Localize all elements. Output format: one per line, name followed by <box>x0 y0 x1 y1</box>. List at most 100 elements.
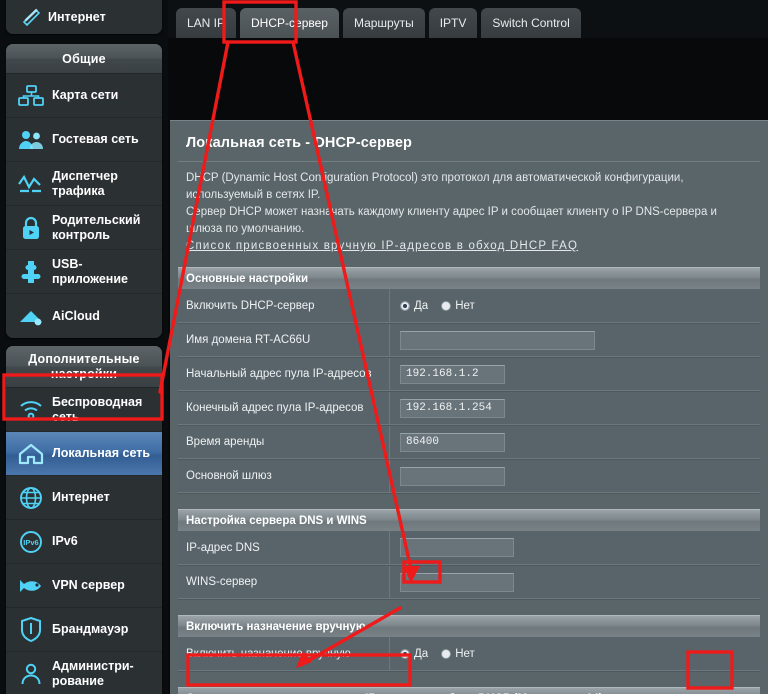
row-value: Да Нет <box>390 300 760 312</box>
radio-icon <box>400 648 410 659</box>
sidebar-item-label: Карта сети <box>52 88 119 102</box>
radio-enable-dhcp-no[interactable]: Нет <box>441 300 475 312</box>
tab-switch-control[interactable]: Switch Control <box>481 8 581 38</box>
section-header-manual: Включить назначение вручную <box>178 615 760 637</box>
sidebar-item-label: VPN сервер <box>52 578 125 592</box>
row-pool-start: Начальный адрес пула IP-адресов 192.168.… <box>178 357 760 391</box>
traffic-manager-icon <box>14 168 48 200</box>
section-header-list: Список присвоенных вручную IP-адресов в … <box>178 687 760 694</box>
sidebar-item-label: USB-приложение <box>52 256 128 286</box>
tab-dhcp-server[interactable]: DHCP-сервер <box>240 8 339 38</box>
usb-application-icon <box>14 256 48 288</box>
aicloud-icon <box>14 300 48 332</box>
section-spacer <box>178 671 760 681</box>
row-value: 192.168.1.2 <box>390 364 760 384</box>
row-value <box>390 572 760 592</box>
row-value: 86400 <box>390 432 760 452</box>
row-label: Основной шлюз <box>178 460 390 492</box>
basic-settings-table: Включить DHCP-сервер Да Нет Имя домена R… <box>178 289 760 493</box>
radio-icon <box>400 300 410 311</box>
row-label: Время аренды <box>178 426 390 458</box>
radio-icon <box>441 648 452 659</box>
sidebar-group-advanced: Дополнительные настройки Беспроводная се… <box>6 346 162 694</box>
tab-routes[interactable]: Маршруты <box>342 8 425 38</box>
sidebar-group-title: Дополнительные настройки <box>6 346 162 388</box>
row-label: IP-адрес DNS <box>178 531 390 564</box>
sidebar-item-guest-network[interactable]: Гостевая сеть <box>6 118 162 162</box>
sidebar-item-label: Локальная сеть <box>52 446 151 460</box>
sidebar-item-parental-control[interactable]: Родительский контроль <box>6 206 162 250</box>
radio-label: Нет <box>455 299 475 312</box>
section-header-basic: Основные настройки <box>178 267 760 289</box>
row-value: 192.168.1.254 <box>390 398 760 418</box>
sidebar: Интернет Общие Карта сети Гостевая сеть … <box>0 0 168 694</box>
domain-name-input[interactable] <box>400 330 595 350</box>
administration-user-icon <box>14 658 48 690</box>
sidebar-item-label: Интернет <box>48 10 106 24</box>
faq-link[interactable]: Список присвоенных вручную IP-адресов в … <box>186 238 578 255</box>
guest-network-icon <box>14 124 48 156</box>
lease-time-input[interactable]: 86400 <box>400 432 505 452</box>
wireless-icon <box>14 394 48 426</box>
sidebar-item-network-map[interactable]: Карта сети <box>6 74 162 118</box>
sidebar-item-usb-application[interactable]: USB-приложение <box>6 250 162 294</box>
sidebar-item-lan[interactable]: Локальная сеть <box>6 432 162 476</box>
row-value <box>390 538 760 557</box>
svg-text:IPv6: IPv6 <box>23 538 38 547</box>
sidebar-item-label: Беспроводная сеть <box>52 394 143 424</box>
sidebar-item-label: Администри-рование <box>52 658 134 688</box>
description-line-1: DHCP (Dynamic Host Configuration Protoco… <box>186 172 684 201</box>
pool-start-input[interactable]: 192.168.1.2 <box>400 364 505 384</box>
sidebar-item-traffic-manager[interactable]: Диспетчер трафика <box>6 162 162 206</box>
section-spacer <box>178 599 760 609</box>
row-label: Включить DHCP-сервер <box>178 289 390 322</box>
sidebar-item-label: Интернет <box>52 490 110 504</box>
sidebar-item-internet[interactable]: Интернет <box>6 476 162 520</box>
sidebar-item-wireless[interactable]: Беспроводная сеть <box>6 388 162 432</box>
page-description: DHCP (Dynamic Host Configuration Protoco… <box>178 162 760 261</box>
sidebar-item-label: IPv6 <box>52 534 78 548</box>
tab-iptv[interactable]: IPTV <box>428 8 478 38</box>
row-label: Начальный адрес пула IP-адресов <box>178 358 390 390</box>
sidebar-item-label: Диспетчер трафика <box>52 168 118 198</box>
page-title: Локальная сеть - DHCP-сервер <box>178 121 760 162</box>
sidebar-item-ipv6[interactable]: IPv6 IPv6 <box>6 520 162 564</box>
row-value <box>390 330 760 350</box>
lan-home-icon <box>14 438 48 470</box>
row-label: Конечный адрес пула IP-адресов <box>178 392 390 424</box>
row-wins-server: WINS-сервер <box>178 565 760 599</box>
row-domain-name: Имя домена RT-AC66U <box>178 323 760 357</box>
row-enable-manual: Включить назначение вручную Да Нет <box>178 637 760 671</box>
sidebar-group-general: Общие Карта сети Гостевая сеть Диспетчер… <box>6 44 162 338</box>
ipv6-icon: IPv6 <box>14 526 48 558</box>
wins-server-input[interactable] <box>400 572 514 592</box>
description-line-2: Сервер DHCP может назначать каждому клие… <box>186 206 717 235</box>
sidebar-item-aicloud[interactable]: AiCloud <box>6 294 162 338</box>
globe-icon <box>14 482 48 514</box>
sidebar-group-title: Общие <box>6 44 162 74</box>
network-map-icon <box>14 80 48 112</box>
default-gateway-input[interactable] <box>400 466 505 486</box>
row-label: Имя домена RT-AC66U <box>178 324 390 356</box>
radio-group-enable-manual: Да Нет <box>400 648 475 660</box>
sidebar-item-vpn-server[interactable]: VPN сервер <box>6 564 162 608</box>
content-panel: Локальная сеть - DHCP-сервер DHCP (Dynam… <box>170 120 768 694</box>
pool-end-input[interactable]: 192.168.1.254 <box>400 398 505 418</box>
radio-label: Да <box>414 299 429 312</box>
sidebar-item-firewall[interactable]: Брандмауэр <box>6 608 162 652</box>
radio-enable-dhcp-yes[interactable]: Да <box>400 300 428 312</box>
section-spacer <box>178 493 760 503</box>
firewall-shield-icon <box>14 614 48 646</box>
radio-manual-no[interactable]: Нет <box>441 648 475 660</box>
radio-manual-yes[interactable]: Да <box>400 648 428 660</box>
radio-label: Нет <box>455 647 475 660</box>
internet-icon <box>14 7 48 27</box>
sidebar-item-administration[interactable]: Администри-рование <box>6 652 162 694</box>
radio-group-enable-dhcp: Да Нет <box>400 300 475 312</box>
row-default-gateway: Основной шлюз <box>178 459 760 493</box>
dns-ip-input[interactable] <box>400 538 514 557</box>
sidebar-item-internet-partial[interactable]: Интернет <box>6 0 162 34</box>
section-header-dns: Настройка сервера DNS и WINS <box>178 509 760 531</box>
tab-lan-ip[interactable]: LAN IP <box>176 8 237 38</box>
vpn-icon <box>14 570 48 602</box>
